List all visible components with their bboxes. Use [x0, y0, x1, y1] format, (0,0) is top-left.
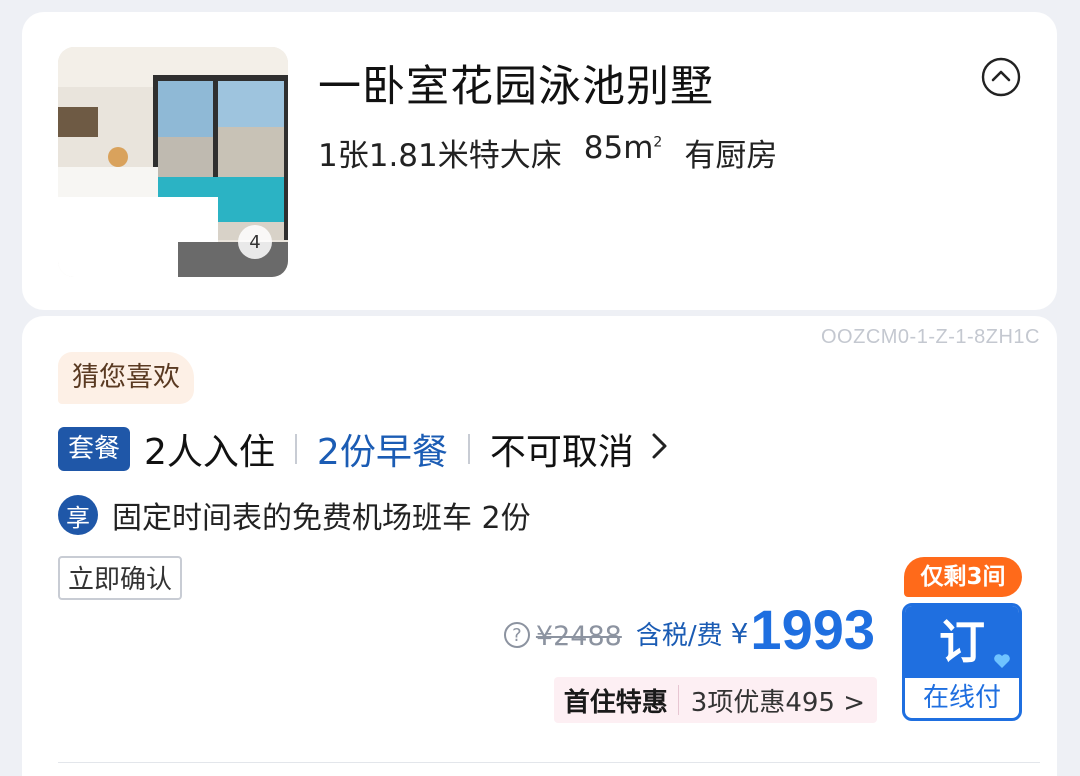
- perk-text: 固定时间表的免费机场班车 2份: [112, 501, 531, 536]
- pay-online-label: 在线付: [922, 683, 1001, 713]
- room-card: 4 一卧室花园泳池别墅 1张1.81米特大床 85m2 有厨房: [22, 12, 1057, 310]
- heart-icon: [994, 654, 1010, 668]
- book-label: 订: [939, 615, 985, 669]
- area-unit-sup: 2: [653, 134, 663, 151]
- occupancy: 2人入住: [144, 432, 275, 473]
- tax-note: 含税/费: [635, 621, 723, 651]
- promo-row[interactable]: 首住特惠 3项优惠495 >: [553, 677, 877, 723]
- book-button-top: 订: [905, 606, 1019, 678]
- kitchen-info: 有厨房: [684, 138, 778, 174]
- original-price: ¥2488: [535, 621, 622, 652]
- room-title: 一卧室花园泳池别墅: [318, 62, 714, 112]
- separator: [294, 434, 297, 464]
- area-value: 85m: [583, 130, 654, 166]
- room-photo[interactable]: 4: [58, 47, 288, 277]
- promo-detail: 3项优惠495 >: [690, 687, 865, 718]
- instant-confirm-tag: 立即确认: [58, 556, 183, 600]
- chevron-right-icon[interactable]: [650, 429, 670, 470]
- collapse-chevron-up-icon: [981, 57, 1021, 97]
- breakfast: 2份早餐: [316, 432, 448, 473]
- perk-row: 享 固定时间表的免费机场班车 2份: [58, 493, 531, 537]
- book-button[interactable]: 订 在线付: [902, 603, 1022, 721]
- photo-count-badge: 4: [238, 225, 272, 259]
- rooms-left-badge: 仅剩3间: [904, 557, 1022, 597]
- package-row[interactable]: 套餐 2人入住 2份早餐 不可取消: [58, 424, 670, 474]
- price: 1993: [750, 598, 875, 661]
- guess-you-like-tag: 猜您喜欢: [58, 352, 194, 404]
- currency-symbol: ¥: [730, 617, 749, 650]
- cancel-policy: 不可取消: [489, 432, 634, 473]
- first-stay-promo: 首住特惠: [563, 687, 668, 718]
- price-row: ? ¥2488 含税/费 ¥ 1993: [503, 598, 875, 661]
- package-badge: 套餐: [58, 427, 131, 471]
- area-info: 85m2: [584, 130, 663, 166]
- room-specs: 1张1.81米特大床 85m2 有厨房: [318, 130, 777, 175]
- perk-enjoy-icon: 享: [58, 495, 98, 535]
- separator: [467, 434, 470, 464]
- bed-info: 1张1.81米特大床: [318, 138, 562, 174]
- rate-code: OOZCM0-1-Z-1-8ZH1C: [820, 326, 1040, 348]
- collapse-button[interactable]: [981, 57, 1021, 97]
- help-question-icon[interactable]: ?: [503, 622, 530, 648]
- divider: [58, 762, 1040, 763]
